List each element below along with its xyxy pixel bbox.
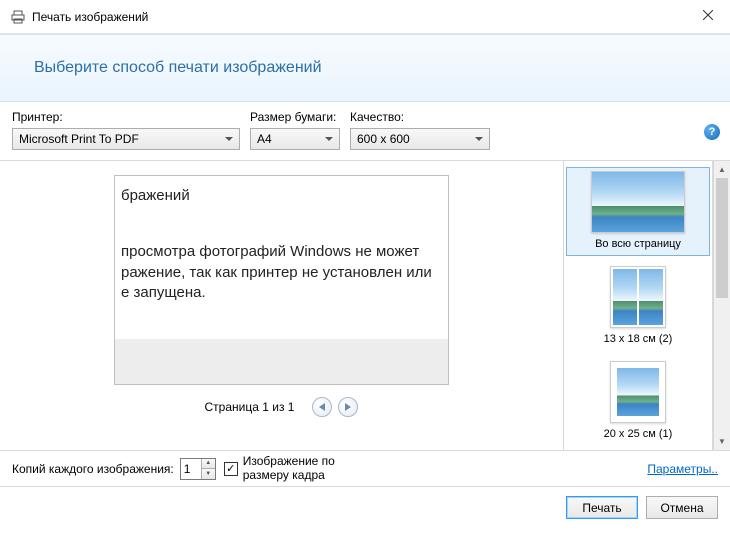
window-title: Печать изображений xyxy=(32,10,148,24)
print-button[interactable]: Печать xyxy=(566,496,638,519)
copies-spinner[interactable]: ▲ ▼ xyxy=(180,458,216,480)
copies-label: Копий каждого изображения: xyxy=(12,462,174,476)
chevron-down-icon xyxy=(225,137,233,141)
layout-option-13x18[interactable]: 13 x 18 см (2) xyxy=(566,262,710,351)
layout-label: 20 x 25 см (1) xyxy=(604,428,673,440)
scroll-up-button[interactable]: ▲ xyxy=(714,161,730,178)
preview-footer-block xyxy=(115,339,448,384)
paper-label: Размер бумаги: xyxy=(250,110,340,124)
printer-dropdown[interactable]: Microsoft Print To PDF xyxy=(12,128,240,150)
quality-dropdown[interactable]: 600 x 600 xyxy=(350,128,490,150)
page-indicator: Страница 1 из 1 xyxy=(205,400,295,414)
paper-dropdown[interactable]: A4 xyxy=(250,128,340,150)
layout-label: 13 x 18 см (2) xyxy=(604,333,673,345)
options-row: Копий каждого изображения: ▲ ▼ ✓ Изображ… xyxy=(0,450,730,486)
printer-label: Принтер: xyxy=(12,110,240,124)
help-icon[interactable]: ? xyxy=(704,124,720,140)
preview-body-line: просмотра фотографий Windows не может xyxy=(121,242,448,262)
layout-option-20x25[interactable]: 20 x 25 см (1) xyxy=(566,357,710,446)
layout-label: Во всю страницу xyxy=(595,238,681,250)
fit-checkbox[interactable]: ✓ xyxy=(224,462,238,476)
close-button[interactable] xyxy=(685,0,730,30)
copies-input[interactable] xyxy=(181,459,201,479)
copies-down-button[interactable]: ▼ xyxy=(202,469,215,479)
preview-pane: бражений просмотра фотографий Windows не… xyxy=(0,161,563,450)
printer-icon xyxy=(10,9,26,25)
paper-value: A4 xyxy=(257,132,272,146)
quality-value: 600 x 600 xyxy=(357,132,410,146)
banner-heading: Выберите способ печати изображений xyxy=(0,34,730,102)
preview-title-fragment: бражений xyxy=(121,186,448,206)
layout-scrollbar[interactable]: ▲ ▼ xyxy=(713,161,730,450)
preview-page: бражений просмотра фотографий Windows не… xyxy=(114,175,449,385)
cancel-button[interactable]: Отмена xyxy=(646,496,718,519)
scroll-track[interactable] xyxy=(714,178,730,433)
preview-body-line: е запущена. xyxy=(121,283,448,303)
layout-option-full[interactable]: Во всю страницу xyxy=(566,167,710,256)
copies-up-button[interactable]: ▲ xyxy=(202,459,215,470)
fit-label: Изображение по размеру кадра xyxy=(243,455,363,481)
next-page-button[interactable] xyxy=(338,397,358,417)
prev-page-button[interactable] xyxy=(312,397,332,417)
chevron-down-icon xyxy=(475,137,483,141)
main-area: бражений просмотра фотографий Windows не… xyxy=(0,160,730,450)
quality-label: Качество: xyxy=(350,110,490,124)
parameters-link[interactable]: Параметры.. xyxy=(647,462,718,476)
action-buttons-row: Печать Отмена xyxy=(0,486,730,528)
chevron-down-icon xyxy=(325,137,333,141)
preview-body-line: ражение, так как принтер не установлен и… xyxy=(121,263,448,283)
print-controls: Принтер: Microsoft Print To PDF Размер б… xyxy=(0,102,730,160)
scroll-down-button[interactable]: ▼ xyxy=(714,433,730,450)
layout-pane: Во всю страницу 13 x 18 см (2) 20 x 25 с… xyxy=(563,161,713,450)
printer-value: Microsoft Print To PDF xyxy=(19,132,139,146)
scroll-thumb[interactable] xyxy=(716,178,728,298)
title-bar: Печать изображений xyxy=(0,0,730,34)
